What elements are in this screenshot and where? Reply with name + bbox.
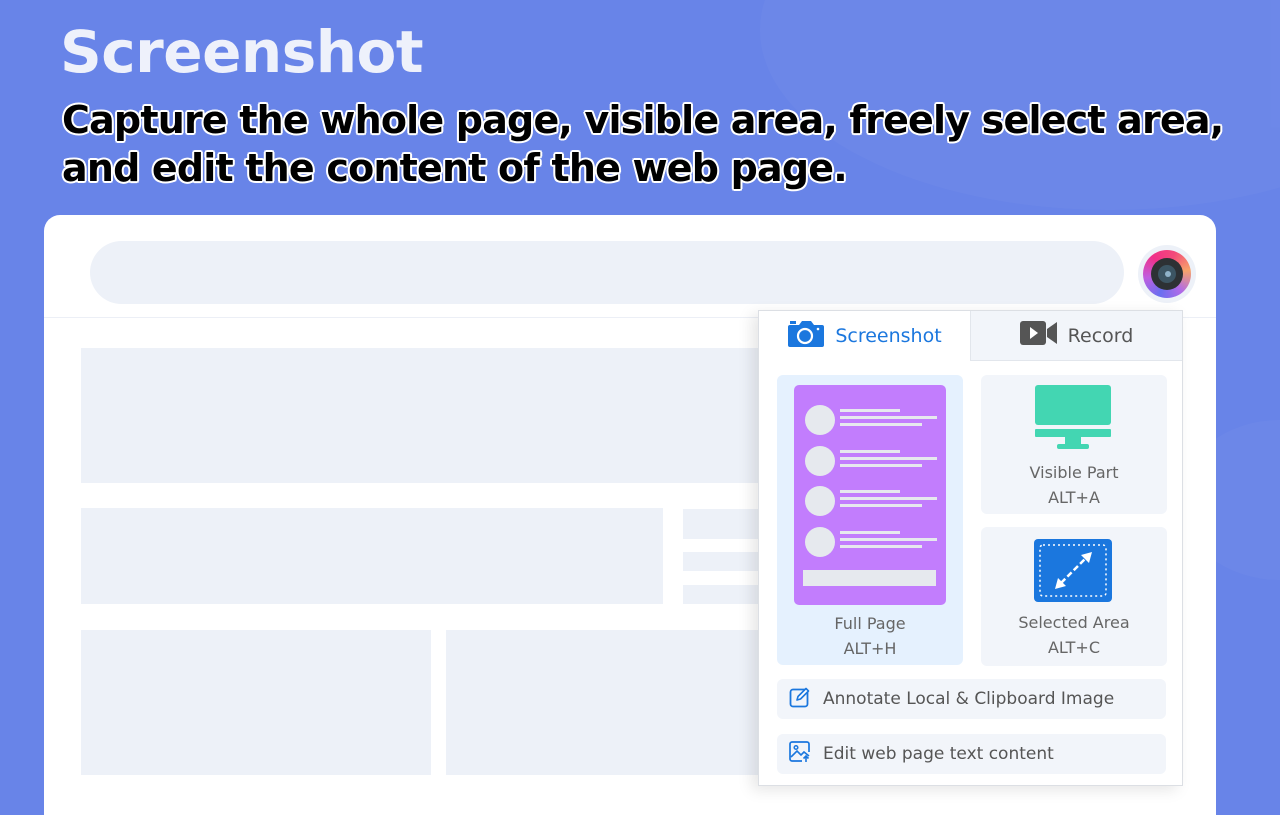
selected-area-option[interactable]: Selected Area ALT+C	[981, 527, 1167, 666]
camera-lens-icon	[1143, 250, 1191, 298]
option-label: Visible Part	[1029, 463, 1119, 482]
selection-area-icon	[1034, 539, 1114, 610]
hero-subtitle: Capture the whole page, visible area, fr…	[62, 98, 1224, 190]
placeholder-banner	[81, 348, 781, 483]
full-page-icon	[794, 385, 946, 605]
image-edit-icon	[789, 740, 811, 768]
full-page-option[interactable]: Full Page ALT+H	[777, 375, 963, 665]
tab-screenshot[interactable]: Screenshot	[759, 311, 970, 361]
edit-pencil-icon	[789, 686, 811, 713]
extension-button[interactable]	[1138, 245, 1196, 303]
placeholder-card	[81, 630, 431, 775]
option-label: Full Page	[834, 614, 906, 633]
camera-icon	[787, 319, 825, 354]
action-label: Annotate Local & Clipboard Image	[823, 689, 1115, 709]
action-label: Edit web page text content	[823, 744, 1054, 764]
option-shortcut: ALT+H	[843, 639, 897, 658]
monitor-icon	[1035, 385, 1113, 460]
tab-label: Screenshot	[835, 325, 942, 347]
visible-part-option[interactable]: Visible Part ALT+A	[981, 375, 1167, 514]
option-shortcut: ALT+C	[1047, 638, 1100, 657]
tab-record[interactable]: Record	[970, 311, 1182, 361]
extension-popup: Screenshot Record Full Page ALT+H Visibl…	[758, 310, 1183, 786]
tab-label: Record	[1067, 324, 1134, 347]
address-bar[interactable]	[90, 241, 1124, 304]
popup-tabs: Screenshot Record	[759, 311, 1182, 361]
hero-title: Screenshot	[60, 18, 424, 86]
video-camera-icon	[1019, 319, 1058, 352]
annotate-image-button[interactable]: Annotate Local & Clipboard Image	[777, 679, 1166, 719]
edit-page-text-button[interactable]: Edit web page text content	[777, 734, 1166, 774]
option-shortcut: ALT+A	[1048, 488, 1100, 507]
placeholder-card	[446, 630, 781, 775]
placeholder-block	[81, 508, 663, 604]
option-label: Selected Area	[1018, 613, 1130, 632]
